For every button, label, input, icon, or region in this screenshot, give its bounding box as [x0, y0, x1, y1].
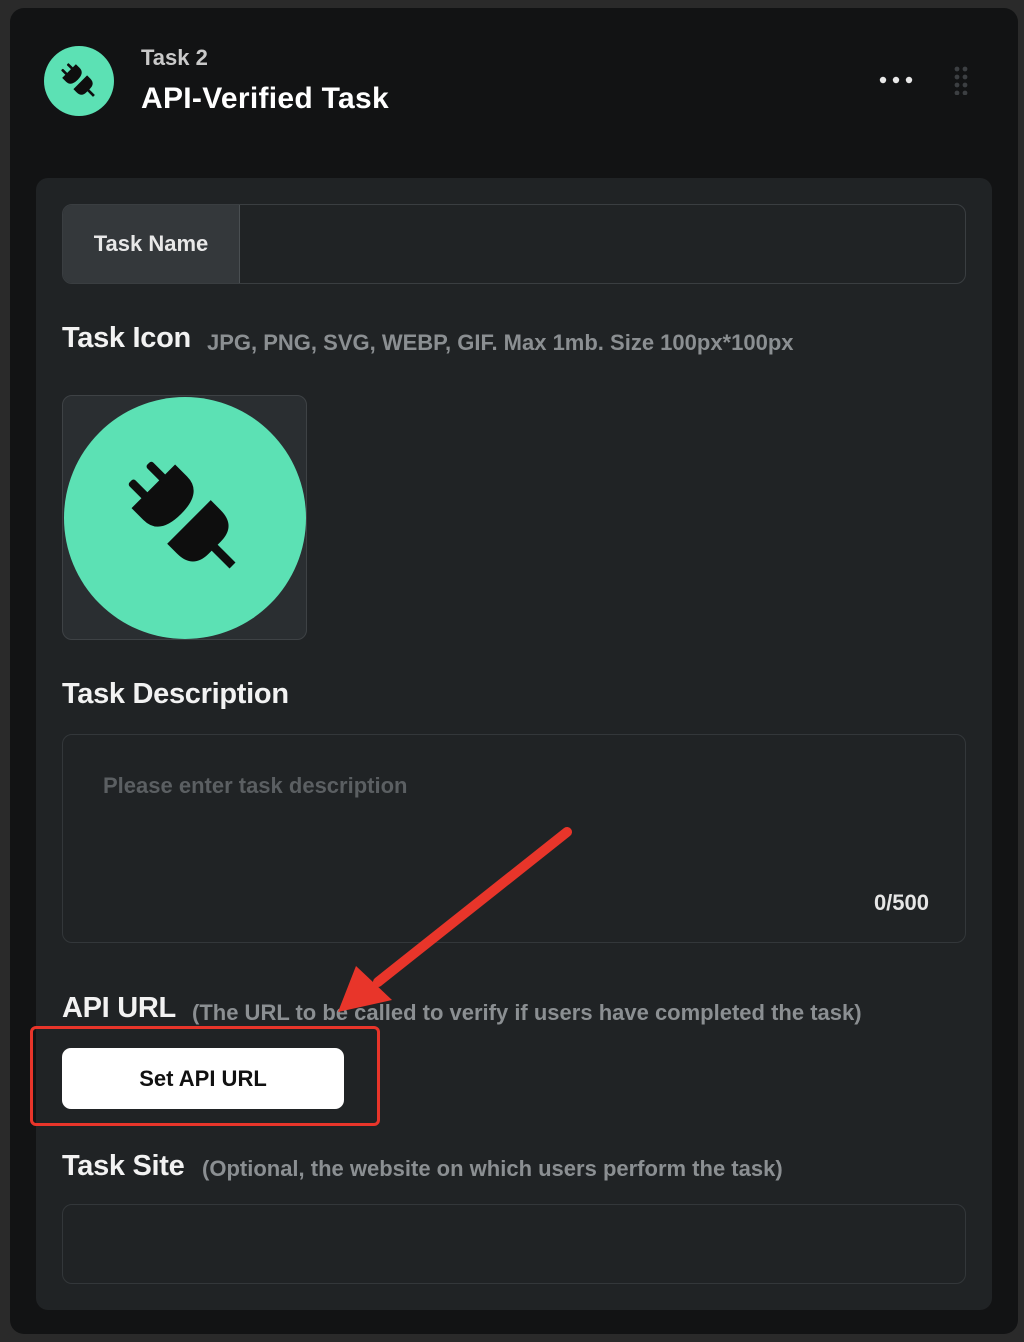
- task-description-title: Task Description: [62, 678, 289, 710]
- task-icon-upload[interactable]: [62, 395, 307, 640]
- task-site-input[interactable]: [63, 1205, 965, 1283]
- task-name-input[interactable]: [240, 205, 965, 283]
- character-counter: 0/500: [873, 890, 929, 915]
- plug-icon: [128, 461, 236, 569]
- task-description-field: 0/500: [62, 734, 966, 943]
- drag-handle[interactable]: [948, 62, 974, 98]
- task-icon-hint: JPG, PNG, SVG, WEBP, GIF. Max 1mb. Size …: [207, 330, 794, 355]
- more-horizontal-icon: [879, 76, 913, 84]
- set-api-url-button[interactable]: Set API URL: [62, 1048, 344, 1109]
- task-site-hint: (Optional, the website on which users pe…: [202, 1156, 783, 1181]
- drag-handle-icon: [954, 66, 968, 95]
- task-site-title: Task Site: [62, 1150, 185, 1182]
- task-name-label: Task Name: [63, 205, 240, 283]
- api-url-hint: (The URL to be called to verify if users…: [192, 1000, 862, 1025]
- more-options-button[interactable]: [872, 64, 920, 96]
- task-icon-preview: [64, 397, 306, 639]
- task-description-input[interactable]: [101, 771, 925, 885]
- task-icon-title: Task Icon: [62, 322, 191, 354]
- task-name-field: Task Name: [62, 204, 966, 284]
- plug-icon: [61, 63, 95, 97]
- api-url-title: API URL: [62, 992, 176, 1024]
- task-number: Task 2: [141, 45, 208, 70]
- task-avatar: [44, 46, 114, 116]
- task-site-field: [62, 1204, 966, 1284]
- task-title: API-Verified Task: [141, 82, 389, 115]
